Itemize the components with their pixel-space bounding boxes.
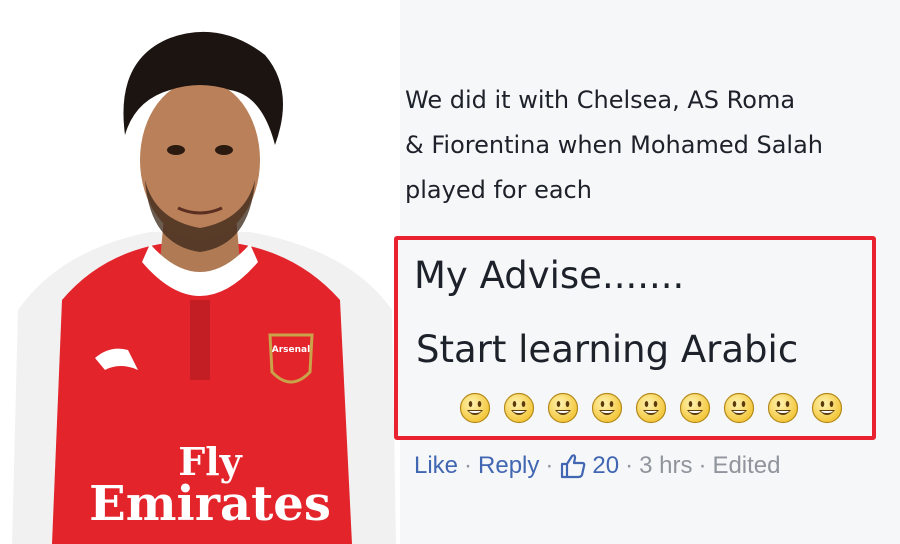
highlighted-advice-box: My Advise....... Start learning Arabic xyxy=(394,236,876,440)
grinning-face-icon xyxy=(591,392,623,424)
comment-body: We did it with Chelsea, AS Roma & Fioren… xyxy=(405,78,875,213)
timestamp[interactable]: 3 hrs xyxy=(639,452,692,480)
grinning-face-icon xyxy=(811,392,843,424)
reply-link[interactable]: Reply xyxy=(478,452,539,480)
shirt-placket xyxy=(190,300,210,380)
arsenal-crest-icon xyxy=(268,333,314,384)
sponsor-text-line2: Emirates xyxy=(89,476,331,532)
grinning-face-icon xyxy=(679,392,711,424)
like-count: 20 xyxy=(592,452,620,479)
like-link[interactable]: Like xyxy=(414,452,458,480)
profile-photo: Arsenal Fly Emirates xyxy=(0,0,400,544)
edited-label[interactable]: Edited xyxy=(712,452,780,480)
comment-line: played for each xyxy=(405,176,592,204)
separator-dot: · xyxy=(545,452,554,479)
grinning-face-icon xyxy=(723,392,755,424)
right-eye xyxy=(215,145,233,155)
like-count-button[interactable]: 20 xyxy=(559,452,619,480)
separator-dot: · xyxy=(698,452,707,479)
crest-text: Arsenal xyxy=(272,345,310,355)
thumbs-up-icon xyxy=(561,454,586,479)
advice-heading: My Advise....... xyxy=(414,254,685,297)
separator-dot: · xyxy=(625,452,634,479)
player-photo-illustration: Arsenal Fly Emirates xyxy=(12,31,396,544)
advice-text: Start learning Arabic xyxy=(416,328,799,371)
grinning-face-icon xyxy=(547,392,579,424)
comment-line: & Fiorentina when Mohamed Salah xyxy=(405,131,823,159)
separator-dot: · xyxy=(464,452,473,479)
comment-actions: Like · Reply · 20 · 3 hrs · Edited xyxy=(414,452,781,480)
grinning-face-icon xyxy=(635,392,667,424)
emoji-row xyxy=(459,392,843,424)
grinning-face-icon xyxy=(459,392,491,424)
comment-line: We did it with Chelsea, AS Roma xyxy=(405,86,796,114)
grinning-face-icon xyxy=(503,392,535,424)
grinning-face-icon xyxy=(767,392,799,424)
left-eye xyxy=(167,145,185,155)
